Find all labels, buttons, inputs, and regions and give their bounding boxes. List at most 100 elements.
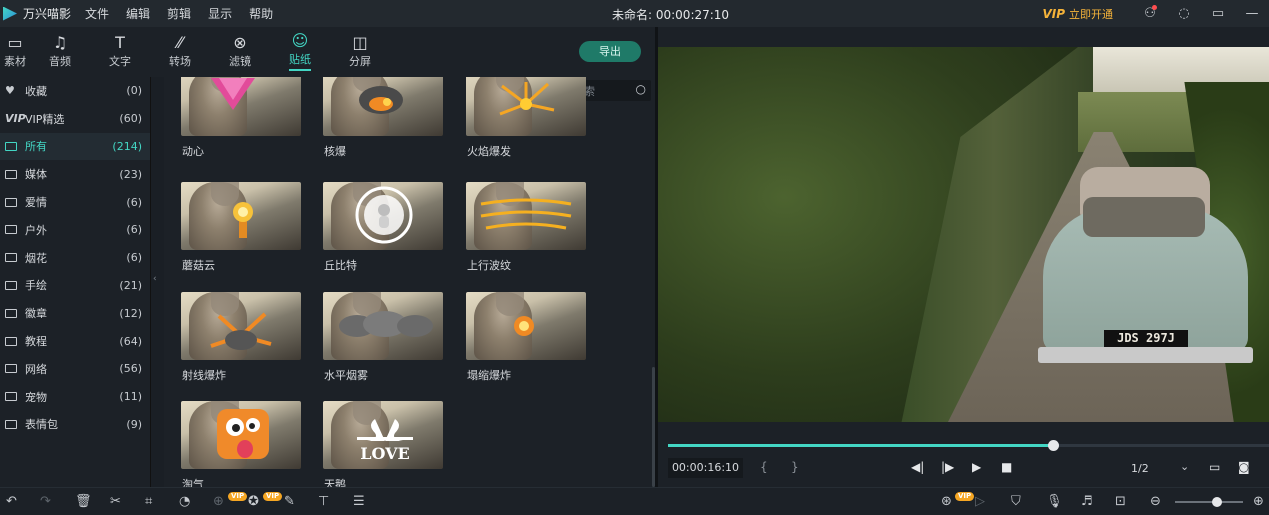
vip-open-link[interactable]: 立即开通: [1069, 6, 1113, 22]
current-timecode[interactable]: 00:00:16:10: [668, 458, 743, 478]
snapshot-camera-icon[interactable]: ◙: [1238, 460, 1250, 474]
redo-icon[interactable]: ↷: [40, 494, 51, 509]
previous-frame-button[interactable]: ◀|: [911, 460, 924, 474]
folder-icon: [5, 223, 21, 236]
account-button[interactable]: ⚇: [1133, 0, 1167, 27]
sticker-card[interactable]: 丘比特: [323, 182, 445, 273]
sticker-card[interactable]: 射线爆炸: [181, 292, 303, 383]
playback-progress-fill: [668, 444, 1053, 447]
next-frame-button[interactable]: |▶: [941, 460, 954, 474]
sticker-card[interactable]: LOVE 天鹅: [323, 401, 445, 487]
tab-label: 文字: [109, 55, 131, 68]
undo-icon[interactable]: ↶: [6, 494, 17, 509]
play-button[interactable]: ▶: [972, 460, 981, 474]
sidebar-item-badges[interactable]: 徽章 (12): [0, 299, 150, 327]
sidebar-item-label: 网络: [25, 362, 47, 376]
sidebar-item-count: (12): [119, 306, 142, 320]
chevron-down-icon[interactable]: ⌄: [1180, 460, 1189, 473]
sticker-card[interactable]: 淘气: [181, 401, 303, 487]
tab-sticker[interactable]: ☺ 贴纸: [270, 27, 330, 75]
car-bumper: [1038, 347, 1253, 363]
preview-quality-select[interactable]: 1/2: [1131, 462, 1149, 475]
export-button[interactable]: 导出: [579, 41, 641, 62]
sidebar-item-favorites[interactable]: ♥ 收藏 (0): [0, 77, 150, 105]
menu-view[interactable]: 显示: [208, 5, 232, 22]
search-icon[interactable]: ○: [636, 82, 646, 96]
video-car: JDS 297J: [1038, 167, 1253, 372]
marker-icon[interactable]: ⊤: [318, 494, 329, 509]
minimize-icon: —: [1245, 6, 1259, 21]
tab-audio[interactable]: ♫ 音频: [30, 27, 90, 75]
tab-media[interactable]: ▭ 素材: [0, 27, 30, 75]
sticker-card[interactable]: 蘑菇云: [181, 182, 303, 273]
sticker-card[interactable]: 火焰爆发: [466, 77, 588, 159]
delete-icon[interactable]: 🗑: [75, 494, 92, 509]
display-settings-icon[interactable]: ▭: [1209, 460, 1220, 474]
tab-text[interactable]: T 文字: [90, 27, 150, 75]
sidebar-item-fireworks[interactable]: 烟花 (6): [0, 244, 150, 272]
layout-button[interactable]: ▭: [1201, 0, 1235, 27]
sidebar-item-label: VIP精选: [25, 112, 65, 126]
mark-out-button[interactable]: }: [791, 460, 799, 474]
stop-button[interactable]: ■: [1001, 460, 1012, 474]
play-range-icon[interactable]: ▷: [975, 494, 985, 509]
sidebar-item-pets[interactable]: 宠物 (11): [0, 383, 150, 411]
adjust-settings-icon[interactable]: ☰: [353, 494, 365, 509]
crop-icon[interactable]: ⌗: [145, 494, 152, 509]
naughty-face-sticker-icon: [217, 409, 269, 459]
sidebar-item-hand-drawn[interactable]: 手绘 (21): [0, 272, 150, 300]
swan-sticker-icon: LOVE: [357, 419, 413, 463]
sticker-card[interactable]: 上行波纹: [466, 182, 588, 273]
speed-icon[interactable]: ◔: [179, 494, 190, 509]
sticker-card[interactable]: 动心: [181, 77, 303, 159]
minimize-button[interactable]: —: [1235, 0, 1269, 27]
menu-file[interactable]: 文件: [85, 5, 109, 22]
color-icon[interactable]: ✪: [248, 494, 259, 509]
zoom-slider-handle[interactable]: [1212, 497, 1223, 507]
mushroom-cloud-sticker-icon: [233, 202, 253, 238]
video-preview[interactable]: JDS 297J: [658, 47, 1269, 422]
cut-scissors-icon[interactable]: ✂: [110, 494, 121, 509]
sidebar-item-all[interactable]: 所有 (214): [0, 132, 150, 161]
sidebar-item-tutorial[interactable]: 教程 (64): [0, 327, 150, 355]
fit-timeline-icon[interactable]: ⊡: [1115, 494, 1126, 509]
tab-split-screen[interactable]: ◫ 分屏: [330, 27, 390, 75]
zoom-out-icon[interactable]: ⊖: [1150, 494, 1161, 509]
app-window: 万兴喵影 文件 编辑 剪辑 显示 帮助 未命名: 00:00:27:10 VIP…: [0, 0, 1269, 515]
menu-edit[interactable]: 编辑: [126, 5, 150, 22]
render-preview-icon[interactable]: ⊛: [941, 494, 952, 509]
microphone-icon[interactable]: 🎙: [1046, 494, 1063, 509]
collapse-arrow-icon[interactable]: ‹: [153, 274, 157, 284]
feedback-button[interactable]: ◌: [1167, 0, 1201, 27]
sidebar-item-media[interactable]: 媒体 (23): [0, 160, 150, 188]
sidebar-item-outdoor[interactable]: 户外 (6): [0, 216, 150, 244]
audio-mixer-icon[interactable]: ♬: [1081, 494, 1093, 509]
resource-tabs: ▭ 素材 ♫ 音频 T 文字 ⁄⁄ 转场 ⊗ 滤镜 ☺ 贴纸 ◫ 分屏: [0, 27, 655, 75]
sidebar-item-label: 媒体: [25, 168, 47, 182]
vip-badge[interactable]: VIP: [1042, 7, 1065, 21]
tab-label: 转场: [169, 55, 191, 68]
pen-icon[interactable]: ✎: [284, 494, 295, 509]
sidebar-item-vip[interactable]: VIP VIP精选 (60): [0, 105, 150, 133]
tab-transition[interactable]: ⁄⁄ 转场: [150, 27, 210, 75]
timeline-zoom-slider[interactable]: [1175, 497, 1243, 507]
sticker-card[interactable]: 核爆: [323, 77, 445, 159]
zoom-in-icon[interactable]: ⊕: [1253, 494, 1264, 509]
playhead-handle[interactable]: [1047, 440, 1059, 451]
sticker-name: 丘比特: [324, 259, 357, 272]
text-icon: T: [115, 33, 125, 52]
tab-filter[interactable]: ⊗ 滤镜: [210, 27, 270, 75]
sticker-card[interactable]: 塌缩爆炸: [466, 292, 588, 383]
sticker-name: 水平烟雾: [324, 369, 368, 382]
sidebar-item-emoji[interactable]: 表情包 (9): [0, 411, 150, 439]
explosion-sticker-icon: [359, 86, 403, 114]
menu-help[interactable]: 帮助: [249, 5, 273, 22]
sidebar-item-network[interactable]: 网络 (56): [0, 355, 150, 383]
mark-in-button[interactable]: {: [760, 460, 768, 474]
shield-icon[interactable]: ⛉: [1011, 494, 1021, 509]
sticker-card[interactable]: 水平烟雾: [323, 292, 445, 383]
menu-clip[interactable]: 剪辑: [167, 5, 191, 22]
playback-progress-bar[interactable]: [668, 440, 1269, 451]
sidebar-item-love[interactable]: 爱情 (6): [0, 188, 150, 216]
freeze-frame-icon[interactable]: ⊕: [213, 494, 224, 509]
